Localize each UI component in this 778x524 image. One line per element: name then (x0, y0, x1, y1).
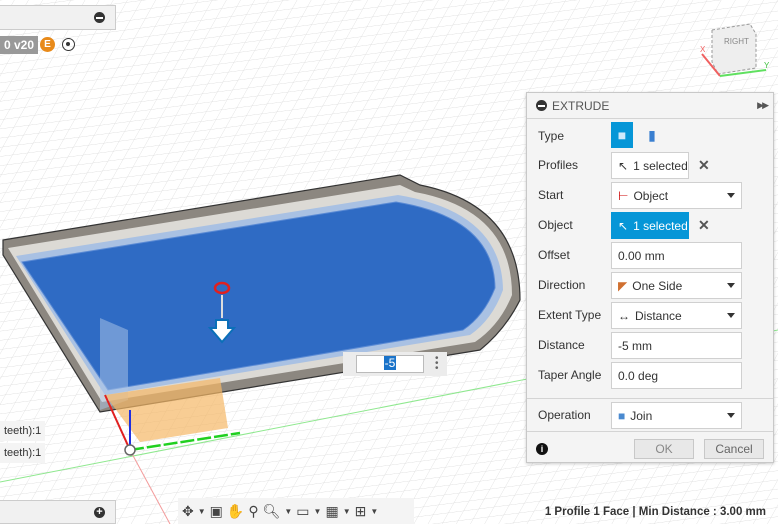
row-object: Object ↖ 1 selected ✕ (527, 210, 773, 240)
chevron-down-icon (727, 193, 735, 198)
chevron-down-icon[interactable]: ▼ (343, 507, 351, 516)
object-value: 1 selected (633, 218, 688, 233)
row-profiles: Profiles ↖ 1 selected ✕ (527, 150, 773, 180)
extrude-dialog: EXTRUDE ▶▶ Type ■ ▮ Profiles ↖ 1 selected… (526, 92, 774, 463)
profiles-selector[interactable]: ↖ 1 selected (611, 152, 689, 179)
expand-icon[interactable]: ▶▶ (757, 100, 769, 111)
target-icon[interactable] (62, 38, 75, 51)
row-start: Start ⊢ Object (527, 180, 773, 210)
cancel-button[interactable]: Cancel (704, 439, 764, 459)
distance-icon: ↔ (618, 308, 630, 323)
start-value: Object (633, 188, 669, 203)
chevron-down-icon[interactable]: ▼ (314, 507, 322, 516)
row-type: Type ■ ▮ (527, 121, 773, 151)
browser-panel-header (0, 5, 116, 30)
row-operation: Operation ■ Join (527, 400, 773, 430)
add-icon[interactable]: + (94, 507, 105, 518)
profiles-value: 1 selected (633, 158, 688, 173)
chevron-down-icon[interactable]: ▼ (370, 507, 378, 516)
object-selector[interactable]: ↖ 1 selected (611, 212, 689, 239)
orbit-icon[interactable]: ✥ (182, 503, 194, 520)
direction-label: Direction (538, 278, 586, 292)
extent-type-dropdown[interactable]: ↔ Distance (611, 302, 742, 329)
offset-label: Offset (538, 248, 570, 262)
taper-angle-input[interactable]: 0.0 deg (611, 362, 742, 389)
axis-x-label: X (700, 45, 706, 54)
browser-tag[interactable]: teeth):1 (0, 443, 46, 463)
extent-type-label: Extent Type (538, 308, 602, 322)
one-side-icon: ◤ (618, 278, 628, 293)
row-taper-angle: Taper Angle 0.0 deg (527, 360, 773, 390)
profiles-label: Profiles (538, 158, 579, 172)
version-label: 0 v20 (0, 36, 39, 54)
chevron-down-icon (727, 283, 735, 288)
type-thin-icon[interactable]: ▮ (641, 122, 663, 148)
distance-dimension-input[interactable]: -5 (356, 355, 424, 373)
start-label: Start (538, 188, 564, 202)
offset-input[interactable]: 0.00 mm (611, 242, 742, 269)
row-extent-type: Extent Type ↔ Distance (527, 300, 773, 330)
start-object-icon: ⊢ (618, 188, 629, 203)
start-dropdown[interactable]: ⊢ Object (611, 182, 742, 209)
type-solid-icon[interactable]: ■ (611, 122, 633, 148)
divider (527, 431, 773, 432)
operation-value: Join (630, 408, 653, 423)
operation-dropdown[interactable]: ■ Join (611, 402, 742, 429)
info-icon[interactable]: i (536, 443, 548, 455)
row-distance: Distance -5 mm (527, 330, 773, 360)
divider (527, 398, 773, 399)
browser-tag[interactable]: teeth):1 (0, 421, 46, 441)
object-label: Object (538, 218, 573, 232)
collapse-icon[interactable] (94, 12, 105, 23)
extent-type-value: Distance (635, 308, 682, 323)
chevron-down-icon[interactable]: ▼ (284, 507, 292, 516)
more-options-icon[interactable]: • • • (435, 354, 439, 374)
chevron-down-icon[interactable]: ▼ (198, 507, 206, 516)
direction-value: One Side (632, 278, 683, 293)
grid-icon[interactable]: ▦ (325, 503, 338, 520)
zoom-icon[interactable]: ⚲ (248, 503, 258, 520)
distance-value: -5 (383, 356, 397, 370)
dialog-header: EXTRUDE ▶▶ (527, 93, 773, 119)
distance-input-box: -5 • • • (343, 352, 447, 376)
join-icon: ■ (618, 408, 626, 423)
comments-panel-header: + (0, 500, 116, 524)
distance-input[interactable]: -5 mm (611, 332, 742, 359)
chevron-down-icon (727, 313, 735, 318)
ok-button[interactable]: OK (634, 439, 694, 459)
viewcube-face-label: RIGHT (724, 37, 749, 46)
direction-dropdown[interactable]: ◤ One Side (611, 272, 742, 299)
look-at-icon[interactable]: ▣ (210, 503, 223, 520)
origin-point[interactable] (124, 444, 136, 456)
navigation-toolbar: ✥ ▼ ▣ ✋ ⚲ 🔍︎ ▼ ▭ ▼ ▦ ▼ ⊞ ▼ (178, 498, 414, 524)
cursor-icon: ↖ (618, 218, 629, 233)
display-settings-icon[interactable]: ▭ (296, 503, 309, 520)
chevron-down-icon (727, 413, 735, 418)
collapse-dialog-icon[interactable] (536, 100, 547, 111)
axis-y-label: Y (764, 61, 770, 70)
clear-object-icon[interactable]: ✕ (698, 217, 710, 234)
row-direction: Direction ◤ One Side (527, 270, 773, 300)
user-avatar[interactable]: E (40, 37, 55, 52)
viewcube[interactable]: RIGHT X Y (700, 22, 772, 78)
taper-angle-label: Taper Angle (538, 368, 602, 382)
status-text: 1 Profile 1 Face | Min Distance : 3.00 m… (544, 506, 766, 518)
cursor-icon: ↖ (618, 158, 629, 173)
clear-profiles-icon[interactable]: ✕ (698, 157, 710, 174)
fit-icon[interactable]: 🔍︎ (263, 503, 281, 520)
row-offset: Offset 0.00 mm (527, 240, 773, 270)
viewports-icon[interactable]: ⊞ (355, 503, 367, 520)
type-label: Type (538, 129, 565, 143)
operation-label: Operation (538, 408, 591, 422)
distance-label: Distance (538, 338, 585, 352)
dialog-title: EXTRUDE (552, 98, 610, 113)
pan-icon[interactable]: ✋ (227, 503, 244, 520)
